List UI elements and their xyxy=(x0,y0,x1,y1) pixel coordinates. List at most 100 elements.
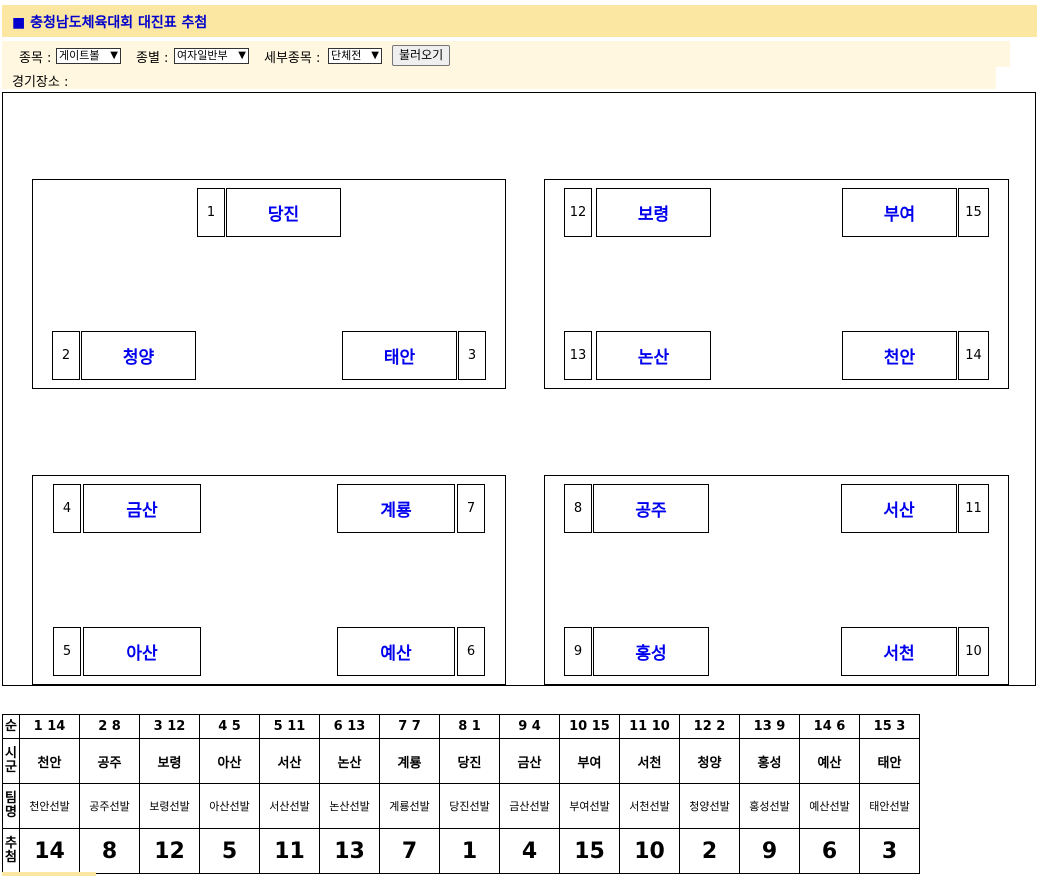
team-slot[interactable]: 태안 xyxy=(342,331,457,380)
table-cell-draw: 5 xyxy=(199,828,260,874)
venue-row: 경기장소 : xyxy=(2,67,996,90)
table-row-order: 순 1 14 2 83 12 4 55 11 6 13 7 78 19 4 10 15 11… xyxy=(2,714,920,739)
table-cell-draw: 15 xyxy=(559,828,620,874)
bracket-area: 1 당진 2 청양 태안 3 12 보령 부여 15 13 논산 천안 14 4… xyxy=(2,92,1036,686)
table-cell-city: 천안 xyxy=(19,738,80,784)
table-cell-order: 1 14 xyxy=(19,714,80,739)
table-cell-city: 홍성 xyxy=(739,738,800,784)
table-cell-team: 예산선발 xyxy=(799,783,860,829)
team-slot[interactable]: 금산 xyxy=(83,484,201,533)
slot-number: 7 xyxy=(457,484,485,533)
table-cell-city: 공주 xyxy=(79,738,140,784)
sub-event-select[interactable]: 단체전 ▼ xyxy=(328,48,382,64)
team-slot[interactable]: 당진 xyxy=(226,188,341,237)
table-cell-team: 부여선발 xyxy=(559,783,620,829)
table-cell-order: 14 6 xyxy=(799,714,860,739)
team-slot[interactable]: 서천 xyxy=(841,627,957,676)
gender-select-value: 여자일반부 xyxy=(177,49,228,62)
table-cell-draw: 11 xyxy=(259,828,320,874)
table-cell-order: 7 7 xyxy=(379,714,440,739)
gender-label: 종별 : xyxy=(136,51,169,66)
slot-number: 14 xyxy=(958,331,989,380)
team-slot[interactable]: 논산 xyxy=(596,331,711,380)
table-cell-team: 서산선발 xyxy=(259,783,320,829)
slot-number: 10 xyxy=(958,627,989,676)
table-cell-draw: 7 xyxy=(379,828,440,874)
slot-number: 15 xyxy=(958,188,989,237)
table-cell-team: 홍성선발 xyxy=(739,783,800,829)
footer-strip xyxy=(2,872,96,876)
table-row-draw: 추첨 14 8 12 5 11 13 7 1 4 15 10 2 9 6 3 xyxy=(2,828,920,874)
table-cell-team: 서천선발 xyxy=(619,783,680,829)
table-cell-city: 부여 xyxy=(559,738,620,784)
table-cell-team: 청양선발 xyxy=(679,783,740,829)
table-cell-order: 4 5 xyxy=(199,714,260,739)
table-cell-team: 논산선발 xyxy=(319,783,380,829)
event-select[interactable]: 게이트볼 ▼ xyxy=(56,48,121,64)
team-slot[interactable]: 보령 xyxy=(596,188,711,237)
page-title: ■ 충청남도체육대회 대진표 추첨 xyxy=(12,15,208,31)
team-slot[interactable]: 공주 xyxy=(593,484,709,533)
row-header-draw: 추첨 xyxy=(2,828,20,874)
team-slot[interactable]: 계룡 xyxy=(337,484,455,533)
team-slot[interactable]: 서산 xyxy=(841,484,957,533)
table-cell-order: 8 1 xyxy=(439,714,500,739)
table-cell-order: 2 8 xyxy=(79,714,140,739)
table-cell-team: 천안선발 xyxy=(19,783,80,829)
slot-number: 13 xyxy=(564,331,592,380)
row-header-city: 시군 xyxy=(2,738,20,784)
table-cell-team: 공주선발 xyxy=(79,783,140,829)
team-slot[interactable]: 아산 xyxy=(83,627,201,676)
load-button[interactable]: 불러오기 xyxy=(392,45,451,66)
gender-select[interactable]: 여자일반부 ▼ xyxy=(174,48,249,64)
filter-bar: 종목 : 게이트볼 ▼ 종별 : 여자일반부 ▼ 세부종목 : 단체전 ▼ 불러오기 xyxy=(2,41,1010,67)
chevron-down-icon: ▼ xyxy=(238,50,246,61)
table-cell-draw: 10 xyxy=(619,828,680,874)
slot-number: 2 xyxy=(52,331,80,380)
chevron-down-icon: ▼ xyxy=(371,50,379,61)
team-slot[interactable]: 예산 xyxy=(337,627,455,676)
event-select-value: 게이트볼 xyxy=(59,49,100,62)
sub-event-select-value: 단체전 xyxy=(331,49,362,62)
table-cell-team: 보령선발 xyxy=(139,783,200,829)
table-cell-order: 6 13 xyxy=(319,714,380,739)
slot-number: 11 xyxy=(958,484,989,533)
table-cell-team: 금산선발 xyxy=(499,783,560,829)
team-slot[interactable]: 부여 xyxy=(842,188,957,237)
team-slot[interactable]: 천안 xyxy=(842,331,957,380)
table-cell-team: 태안선발 xyxy=(859,783,920,829)
table-cell-order: 12 2 xyxy=(679,714,740,739)
table-cell-draw: 12 xyxy=(139,828,200,874)
table-cell-city: 당진 xyxy=(439,738,500,784)
table-row-team: 팀명 천안선발 공주선발 보령선발 아산선발 서산선발 논산선발 계룡선발 당진선발 금산선발 부… xyxy=(2,783,920,829)
table-cell-draw: 9 xyxy=(739,828,800,874)
table-cell-city: 서천 xyxy=(619,738,680,784)
table-cell-draw: 4 xyxy=(499,828,560,874)
table-cell-draw: 14 xyxy=(19,828,80,874)
slot-number: 8 xyxy=(564,484,592,533)
table-cell-city: 계룡 xyxy=(379,738,440,784)
slot-number: 1 xyxy=(197,188,225,237)
table-cell-city: 태안 xyxy=(859,738,920,784)
table-cell-city: 아산 xyxy=(199,738,260,784)
bracket-group-4: 8 공주 서산 11 9 홍성 서천 10 xyxy=(544,475,1009,685)
table-cell-draw: 6 xyxy=(799,828,860,874)
team-slot[interactable]: 청양 xyxy=(81,331,196,380)
table-cell-city: 청양 xyxy=(679,738,740,784)
table-cell-city: 보령 xyxy=(139,738,200,784)
table-cell-order: 3 12 xyxy=(139,714,200,739)
table-row-city: 시군 천안 공주 보령 아산 서산 논산 계룡 당진 금산 부여 서천 청양 홍성 예산 태안 xyxy=(2,738,920,784)
venue-label: 경기장소 : xyxy=(12,75,69,90)
slot-number: 12 xyxy=(564,188,592,237)
table-cell-city: 서산 xyxy=(259,738,320,784)
table-cell-team: 아산선발 xyxy=(199,783,260,829)
slot-number: 9 xyxy=(564,627,592,676)
bracket-group-3: 4 금산 계룡 7 5 아산 예산 6 xyxy=(32,475,506,685)
row-header-order: 순 xyxy=(2,714,20,739)
slot-number: 5 xyxy=(53,627,81,676)
table-cell-order: 10 15 xyxy=(559,714,620,739)
chevron-down-icon: ▼ xyxy=(110,50,118,61)
team-slot[interactable]: 홍성 xyxy=(593,627,709,676)
bracket-group-1: 1 당진 2 청양 태안 3 xyxy=(32,179,506,389)
table-cell-team: 계룡선발 xyxy=(379,783,440,829)
